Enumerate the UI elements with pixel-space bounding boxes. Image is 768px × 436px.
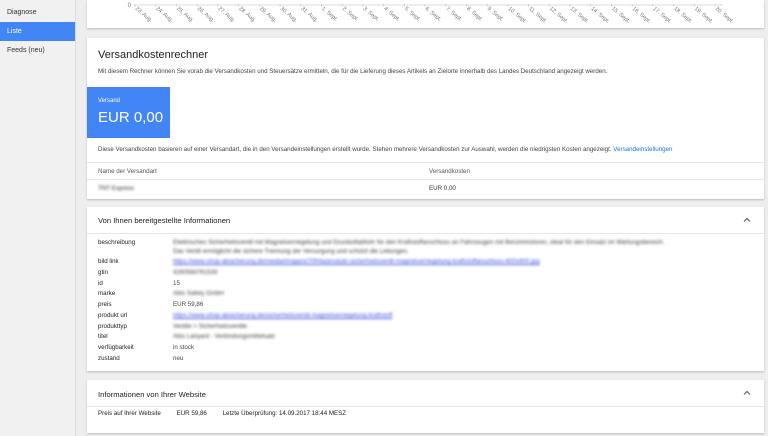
info-row-beschreibung: beschreibung Elektrisches Sicherheitsven… <box>87 237 764 257</box>
info-value: Abis Lanyard - Verbindungsmittelsatz <box>173 333 276 340</box>
timeline-date-label: 23. Aug. <box>134 6 154 24</box>
product-url-link[interactable]: https://www.shop-absicherung.de/sicherhe… <box>173 310 392 321</box>
shipping-cost-box: Versand EUR 0,00 <box>87 87 170 138</box>
timeline-date-label: 7. Sept. <box>444 6 463 23</box>
info-key: produkt url <box>98 312 128 319</box>
info-row-produkt-url: produkt url https://www.shop-absicherung… <box>87 310 764 321</box>
timeline-date-label: 17. Sept. <box>652 6 673 25</box>
timeline-date-label: 12. Sept. <box>548 6 569 25</box>
shipping-cost-note-text: Diese Versandkosten basieren auf einer V… <box>98 146 612 153</box>
info-row-titel: titel Abis Lanyard - Verbindungsmittelsa… <box>87 331 764 342</box>
timeline-date-label: 1. Sept. <box>320 6 339 23</box>
timeline-date-label: 30. Aug. <box>279 6 299 24</box>
info-key: bild link <box>98 258 119 265</box>
website-price-row: Preis auf Ihrer Website EUR 59,86 Letzte… <box>98 410 360 417</box>
timeline-date-label: 11. Sept. <box>527 6 548 25</box>
info-value: 4260584761530 <box>173 269 218 276</box>
timeline-date-label: 29. Aug. <box>258 6 278 24</box>
website-price-value: EUR 59,86 <box>176 410 207 417</box>
shipping-settings-link[interactable]: Versandeinstellungen <box>613 146 672 153</box>
info-value: in stock <box>173 344 194 351</box>
provided-info-header[interactable]: Von Ihnen bereitgestellte Informationen <box>87 207 764 234</box>
timeline-date-label: 31. Aug. <box>299 6 319 24</box>
timeline-date-label: 20. Sept. <box>714 6 735 25</box>
info-row-gtin: gtin 4260584761530 <box>87 267 764 278</box>
provided-info-title: Von Ihnen bereitgestellte Informationen <box>98 216 231 225</box>
shipping-cost-note: Diese Versandkosten basieren auf einer V… <box>98 146 672 153</box>
timeline-date-label: 16. Sept. <box>631 6 652 25</box>
timeline-date-label: 9. Sept. <box>486 6 505 23</box>
chevron-up-icon[interactable] <box>742 388 752 398</box>
timeline-date-label: 15. Sept. <box>610 6 631 25</box>
info-row-marke: marke Abis Safety GmbH <box>87 288 764 299</box>
column-shipping-name: Name der Versandart <box>98 168 157 175</box>
timeline-date-label: 18. Sept. <box>672 6 693 25</box>
shipping-method-name: TNT Express <box>98 185 134 192</box>
timeline-date-label: 14. Sept. <box>589 6 610 25</box>
sidebar-item-feeds[interactable]: Feeds (neu) <box>0 41 75 60</box>
website-info-card: Informationen von Ihrer Website Preis au… <box>87 380 764 433</box>
info-key: verfügbarkeit <box>98 344 134 351</box>
timeline-date-label: 10. Sept. <box>507 6 528 25</box>
shipping-method-cost: EUR 0,00 <box>429 185 456 192</box>
timeline-date-label: 3. Sept. <box>362 6 381 23</box>
info-value: Abis Safety GmbH <box>173 290 224 297</box>
shipping-calculator-intro: Mit diesem Rechner können Sie vorab die … <box>98 68 608 75</box>
info-value: EUR 59,86 <box>173 301 204 308</box>
timeline-date-label: 6. Sept. <box>424 6 443 23</box>
website-price-label: Preis auf Ihrer Website <box>98 410 161 417</box>
timeline-chart-card: 0 23. Aug. 24. Aug. 25. Aug. 26. Aug. 27. Au… <box>87 0 764 28</box>
website-info-header[interactable]: Informationen von Ihrer Website <box>87 380 764 407</box>
timeline-zero-label: 0 <box>128 3 132 9</box>
sidebar: Diagnose Liste Feeds (neu) <box>0 0 76 436</box>
shipping-calculator-title: Versandkostenrechner <box>98 49 209 61</box>
image-link[interactable]: https://www.shop-absicherung.de/media/im… <box>173 256 540 267</box>
info-key: titel <box>98 333 108 340</box>
info-key: gtin <box>98 269 108 276</box>
provided-info-card: Von Ihnen bereitgestellte Informationen … <box>87 207 764 371</box>
shipping-cost-amount: EUR 0,00 <box>98 109 164 126</box>
timeline-date-label: 24. Aug. <box>154 6 174 24</box>
info-row-bild-link: bild link https://www.shop-absicherung.d… <box>87 256 764 267</box>
website-info-title: Informationen von Ihrer Website <box>98 390 206 399</box>
timeline-date-label: 4. Sept. <box>382 6 401 23</box>
info-key: preis <box>98 301 112 308</box>
info-row-preis: preis EUR 59,86 <box>87 299 764 310</box>
timeline-date-label: 19. Sept. <box>693 6 714 25</box>
timeline-date-label: 27. Aug. <box>217 6 237 24</box>
shipping-cost-label: Versand <box>98 98 121 104</box>
info-row-zustand: zustand neu <box>87 353 764 364</box>
shipping-calculator-card: Versandkostenrechner Mit diesem Rechner … <box>87 38 764 199</box>
timeline-date-label: 26. Aug. <box>196 6 216 24</box>
column-shipping-cost: Versandkosten <box>429 168 470 175</box>
chevron-up-icon[interactable] <box>742 215 752 225</box>
timeline-date-label: 8. Sept. <box>465 6 484 23</box>
table-row: TNT Express EUR 0,00 <box>87 180 764 199</box>
info-key: marke <box>98 290 116 297</box>
info-key: zustand <box>98 355 120 362</box>
timeline-date-label: 2. Sept. <box>341 6 360 23</box>
timeline-date-label: 28. Aug. <box>237 6 257 24</box>
timeline-chart: 0 23. Aug. 24. Aug. 25. Aug. 26. Aug. 27. Au… <box>128 3 735 25</box>
info-row-verfuegbarkeit: verfügbarkeit in stock <box>87 342 764 353</box>
timeline-date-label: 25. Aug. <box>175 6 195 24</box>
shipping-table-header: Name der Versandart Versandkosten <box>87 162 764 180</box>
info-key: beschreibung <box>98 239 136 246</box>
sidebar-item-diagnose[interactable]: Diagnose <box>0 3 75 22</box>
website-last-check: Letzte Überprüfung: 14.09.2017 18:44 MES… <box>222 410 347 417</box>
timeline-date-label: 13. Sept. <box>569 6 590 25</box>
info-value: neu <box>173 355 184 362</box>
timeline-date-label: 5. Sept. <box>403 6 422 23</box>
sidebar-item-liste[interactable]: Liste <box>0 22 75 41</box>
